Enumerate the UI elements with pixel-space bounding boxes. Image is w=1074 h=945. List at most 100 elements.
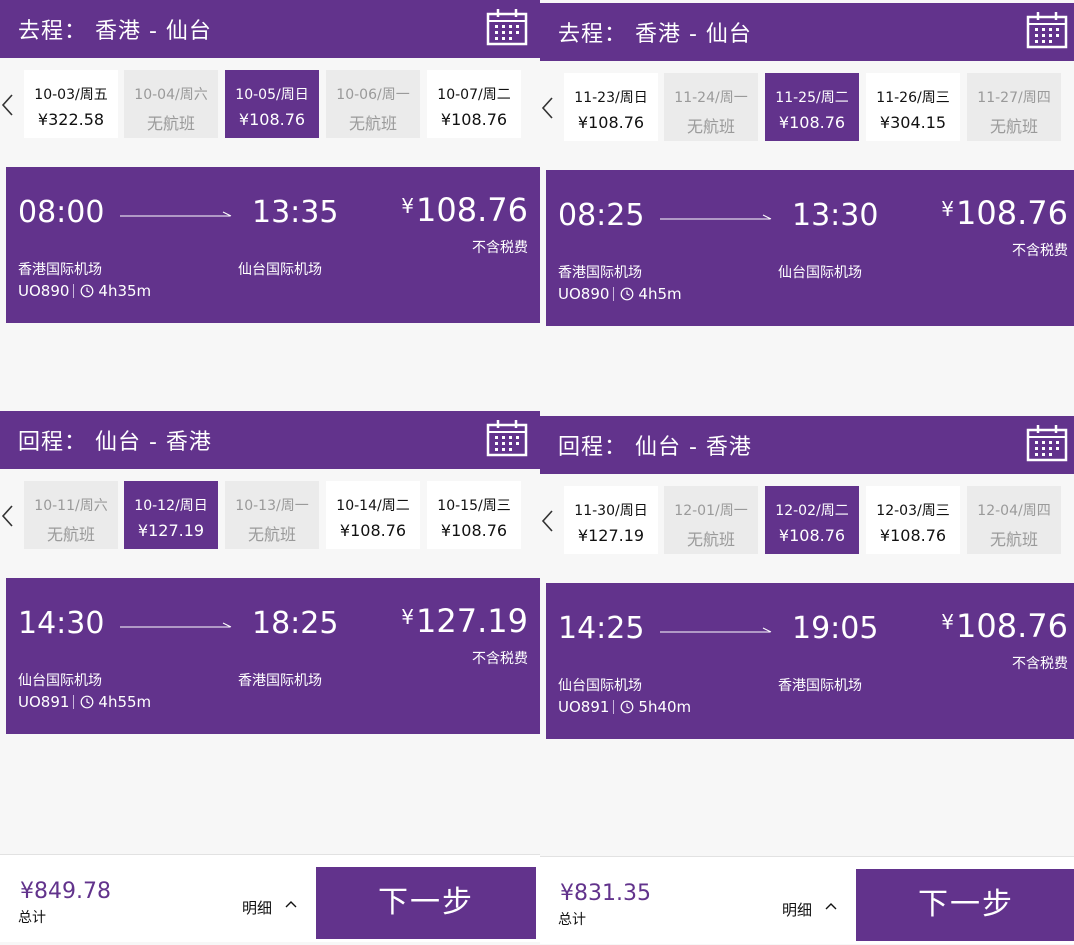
date-option[interactable]: 10-07/周二 ¥108.76 <box>427 70 521 138</box>
chevron-left-icon[interactable] <box>0 91 14 119</box>
date-option[interactable]: 10-12/周日 ¥127.19 <box>124 481 218 549</box>
flight-card[interactable]: 14:25 19:05 ¥108.76 不含税费 仙台国际机场 香港国际机场 U… <box>546 583 1074 739</box>
date-option: 11-24/周一 无航班 <box>664 73 758 141</box>
price-value: 127.19 <box>416 602 528 640</box>
departure-airport: 香港国际机场 <box>558 265 642 281</box>
booking-panel-left: 去程： 香港 - 仙台 10-03/周五 ¥322.58 10-04/周六 无航… <box>0 0 540 942</box>
date-label: 10-11/周六 <box>34 498 108 514</box>
currency-symbol: ¥ <box>941 197 955 221</box>
date-option: 10-04/周六 无航班 <box>124 70 218 138</box>
clock-icon <box>81 284 94 298</box>
departure-airport: 仙台国际机场 <box>558 678 642 694</box>
departure-time: 14:30 <box>18 606 105 641</box>
chevron-up-icon[interactable] <box>284 899 298 909</box>
total-label: 总计 <box>18 910 46 926</box>
date-price: 无航班 <box>46 525 95 544</box>
tax-note: 不含税费 <box>1012 656 1068 672</box>
date-option[interactable]: 11-30/周日 ¥127.19 <box>564 486 658 554</box>
date-option[interactable]: 11-26/周三 ¥304.15 <box>866 73 960 141</box>
route-title: 去程： 香港 - 仙台 <box>18 19 212 44</box>
details-button[interactable]: 明细 <box>242 897 272 918</box>
chevron-up-icon[interactable] <box>824 901 838 911</box>
calendar-icon[interactable] <box>1026 11 1068 49</box>
date-label: 10-05/周日 <box>235 87 309 103</box>
booking-footer: ¥831.35 总计 明细 下一步 <box>540 856 1074 944</box>
date-price: ¥108.76 <box>879 526 947 545</box>
date-option[interactable]: 12-03/周三 ¥108.76 <box>866 486 960 554</box>
route-title: 去程： 香港 - 仙台 <box>558 22 752 47</box>
flight-duration: 5h40m <box>638 698 692 716</box>
date-label: 11-23/周日 <box>574 90 648 106</box>
date-strip: 11-30/周日 ¥127.19 12-01/周一 无航班 12-02/周二 ¥108.7… <box>540 474 1074 568</box>
date-label: 11-30/周日 <box>574 503 648 519</box>
flight-duration: 4h55m <box>98 693 152 711</box>
date-option: 10-13/周一 无航班 <box>225 481 319 549</box>
chevron-left-icon[interactable] <box>540 94 554 122</box>
chevron-left-icon[interactable] <box>0 502 14 530</box>
flight-card[interactable]: 08:25 13:30 ¥108.76 不含税费 香港国际机场 仙台国际机场 U… <box>546 170 1074 326</box>
next-step-button[interactable]: 下一步 <box>856 869 1074 941</box>
flight-number: UO891 <box>558 698 610 716</box>
date-option[interactable]: 12-02/周二 ¥108.76 <box>765 486 859 554</box>
departure-time: 08:25 <box>558 198 645 233</box>
flight-meta: UO890 4h5m <box>558 285 682 303</box>
calendar-icon[interactable] <box>486 8 528 46</box>
divider <box>73 284 75 298</box>
date-option[interactable]: 10-14/周二 ¥108.76 <box>326 481 420 549</box>
flight-card[interactable]: 14:30 18:25 ¥127.19 不含税费 仙台国际机场 香港国际机场 U… <box>6 578 540 734</box>
date-option[interactable]: 11-25/周二 ¥108.76 <box>765 73 859 141</box>
flight-meta: UO891 5h40m <box>558 698 691 716</box>
arrival-time: 13:35 <box>252 195 339 230</box>
date-price: ¥108.76 <box>577 113 645 132</box>
flight-meta: UO891 4h55m <box>18 693 151 711</box>
date-strip: 11-23/周日 ¥108.76 11-24/周一 无航班 11-25/周二 ¥108.7… <box>540 61 1074 155</box>
total-amount: ¥831.35 <box>560 881 651 906</box>
date-label: 11-24/周一 <box>674 90 748 106</box>
calendar-icon[interactable] <box>1026 424 1068 462</box>
flight-arrow-icon <box>660 627 772 633</box>
chevron-left-icon[interactable] <box>540 507 554 535</box>
date-price: ¥322.58 <box>37 110 105 129</box>
flight-card[interactable]: 08:00 13:35 ¥108.76 不含税费 香港国际机场 仙台国际机场 U… <box>6 167 540 323</box>
departure-airport: 香港国际机场 <box>18 262 102 278</box>
flight-number: UO891 <box>18 693 70 711</box>
flight-arrow-icon <box>660 214 772 220</box>
calendar-icon[interactable] <box>486 419 528 457</box>
date-option[interactable]: 10-03/周五 ¥322.58 <box>24 70 118 138</box>
date-option[interactable]: 11-23/周日 ¥108.76 <box>564 73 658 141</box>
flight-price: ¥108.76 <box>401 191 528 229</box>
date-option[interactable]: 10-15/周三 ¥108.76 <box>427 481 521 549</box>
date-option: 12-04/周四 无航班 <box>967 486 1061 554</box>
price-value: 108.76 <box>956 194 1068 232</box>
route-header: 去程： 香港 - 仙台 <box>540 3 1074 61</box>
date-option[interactable]: 10-05/周日 ¥108.76 <box>225 70 319 138</box>
departure-time: 14:25 <box>558 611 645 646</box>
total-amount: ¥849.78 <box>20 879 111 904</box>
details-button[interactable]: 明细 <box>782 899 812 920</box>
date-label: 11-27/周四 <box>977 90 1051 106</box>
date-price: ¥108.76 <box>339 521 407 540</box>
date-price: ¥108.76 <box>778 113 846 132</box>
arrival-airport: 仙台国际机场 <box>778 265 862 281</box>
date-label: 12-03/周三 <box>876 503 950 519</box>
next-step-button[interactable]: 下一步 <box>316 867 536 939</box>
booking-panel-right: 去程： 香港 - 仙台 11-23/周日 ¥108.76 11-24/周一 无航… <box>540 3 1074 945</box>
total-label: 总计 <box>558 912 586 928</box>
flight-arrow-icon <box>120 622 232 628</box>
date-option: 12-01/周一 无航班 <box>664 486 758 554</box>
arrival-time: 19:05 <box>792 611 879 646</box>
date-price: 无航班 <box>686 530 735 549</box>
date-price: 无航班 <box>686 117 735 136</box>
date-price: 无航班 <box>247 525 296 544</box>
date-label: 10-15/周三 <box>437 498 511 514</box>
date-price: ¥108.76 <box>440 521 508 540</box>
arrival-airport: 香港国际机场 <box>238 673 322 689</box>
date-strip: 10-03/周五 ¥322.58 10-04/周六 无航班 10-05/周日 ¥108.7… <box>0 58 540 152</box>
arrival-time: 18:25 <box>252 606 339 641</box>
flight-price: ¥108.76 <box>941 194 1068 232</box>
date-price: 无航班 <box>989 117 1038 136</box>
date-label: 11-26/周三 <box>876 90 950 106</box>
route-header: 去程： 香港 - 仙台 <box>0 0 540 58</box>
tax-note: 不含税费 <box>472 240 528 256</box>
route-header: 回程： 仙台 - 香港 <box>0 411 540 469</box>
